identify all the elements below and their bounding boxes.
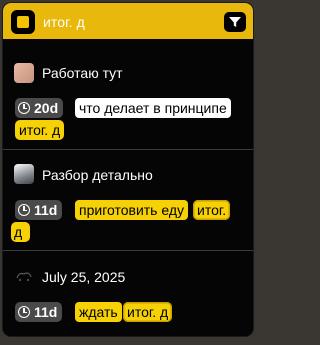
avatar xyxy=(14,164,34,184)
avatar-photo xyxy=(16,272,32,282)
header-title: итог. д xyxy=(43,14,85,30)
task-text: приготовить еду xyxy=(75,200,189,220)
app-icon xyxy=(11,10,35,34)
tag-badge-continuation[interactable]: д xyxy=(11,222,31,242)
timer-value: 11d xyxy=(34,202,58,218)
list-item[interactable]: July 25, 2025 11d ждать итог. д xyxy=(3,251,253,336)
item-title: Работаю тут xyxy=(42,65,123,81)
list-item[interactable]: Разбор детально 11d приготовить еду итог… xyxy=(3,150,253,250)
clock-icon xyxy=(18,102,30,114)
item-title: Разбор детально xyxy=(42,167,153,183)
clock-icon xyxy=(18,306,30,318)
app-icon-square xyxy=(17,16,29,28)
timer-badge: 11d xyxy=(15,200,63,220)
avatar xyxy=(14,266,34,286)
tag-badge[interactable]: итог. д xyxy=(15,120,65,140)
list-item[interactable]: Работаю тут 20d что делает в принципе ит… xyxy=(3,43,253,149)
clock-icon xyxy=(18,204,30,216)
avatar xyxy=(14,63,34,83)
task-text: ждать xyxy=(75,302,122,322)
panel-header: итог. д xyxy=(3,3,253,39)
filter-funnel-icon xyxy=(229,17,241,27)
timer-value: 11d xyxy=(34,304,58,320)
tag-badge[interactable]: итог. xyxy=(193,200,231,220)
dropdown-panel: итог. д Работаю тут 20d что делает в при… xyxy=(3,3,253,336)
timer-badge: 20d xyxy=(15,98,64,118)
timer-value: 20d xyxy=(34,100,59,116)
task-text: что делает в принципе xyxy=(75,98,231,118)
tag-badge[interactable]: итог. д xyxy=(123,302,173,322)
filter-button[interactable] xyxy=(224,12,246,32)
item-title: July 25, 2025 xyxy=(42,269,126,285)
timer-badge: 11d xyxy=(15,302,63,322)
